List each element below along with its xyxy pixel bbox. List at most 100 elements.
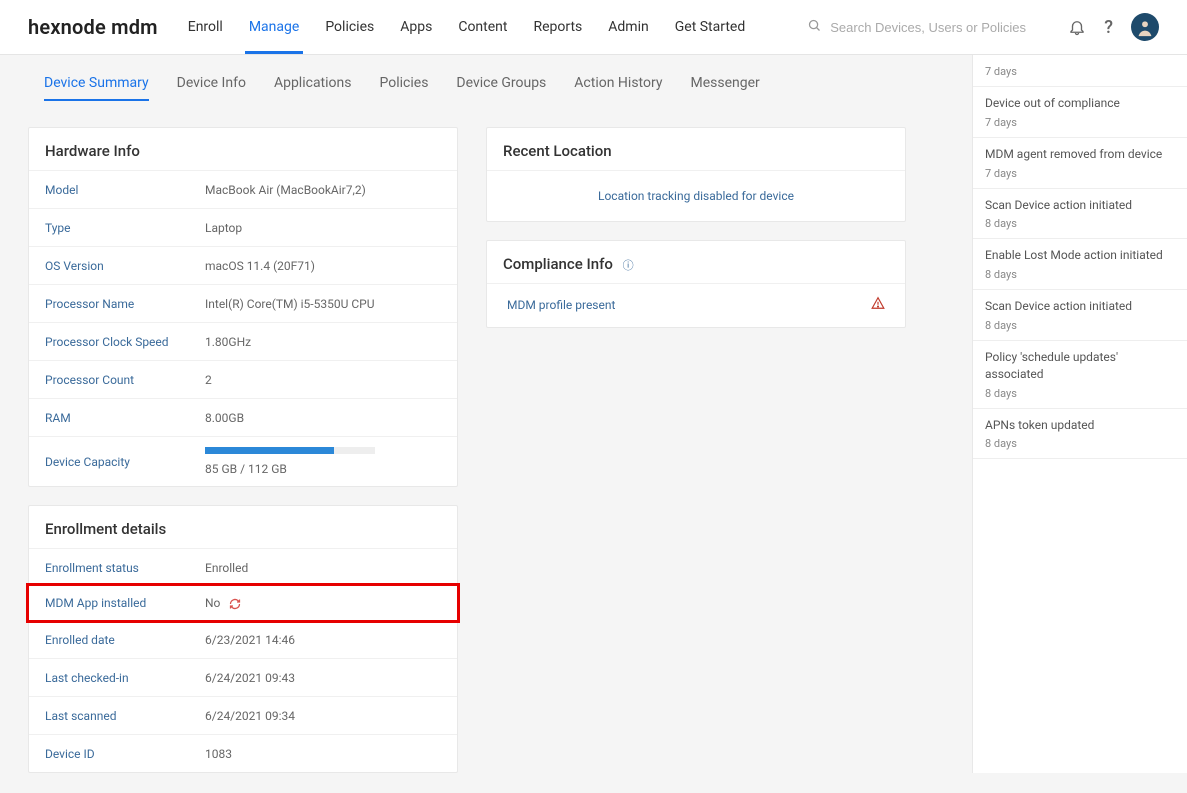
kv-key: Enrollment status: [45, 561, 205, 575]
search-icon: [807, 18, 822, 37]
nav-item-admin[interactable]: Admin: [608, 0, 648, 54]
kv-val: MacBook Air (MacBookAir7,2): [205, 183, 441, 197]
compliance-info-card: Compliance Info ⓘ MDM profile present: [486, 240, 906, 328]
kv-val: 6/24/2021 09:34: [205, 709, 441, 723]
tab-device-groups[interactable]: Device Groups: [456, 75, 546, 101]
card-title: Hardware Info: [29, 128, 457, 170]
page: Device Summary Device Info Applications Pol…: [0, 55, 1187, 793]
tab-action-history[interactable]: Action History: [574, 75, 662, 101]
content-row: Hardware Info ModelMacBook Air (MacBookA…: [24, 127, 948, 773]
tab-device-summary[interactable]: Device Summary: [44, 75, 149, 101]
kv-val: 6/24/2021 09:43: [205, 671, 441, 685]
event-time: 7 days: [985, 65, 1175, 78]
capacity-text: 85 GB / 112 GB: [205, 462, 287, 476]
search-wrap: [807, 18, 1050, 37]
nav-item-apps[interactable]: Apps: [400, 0, 432, 54]
kv-row: Last checked-in6/24/2021 09:43: [29, 658, 457, 696]
kv-key: Device ID: [45, 747, 205, 761]
search-input[interactable]: [830, 20, 1050, 35]
nav-item-enroll[interactable]: Enroll: [188, 0, 223, 54]
event-time: 8 days: [985, 437, 1175, 450]
mdm-app-installed-row: MDM App installedNo: [26, 583, 460, 623]
kv-val: 1.80GHz: [205, 335, 441, 349]
event-item[interactable]: MDM agent removed from device7 days: [973, 138, 1187, 189]
event-item[interactable]: 7 days: [973, 55, 1187, 87]
kv-key: Model: [45, 183, 205, 197]
brand-logo: hexnode mdm: [28, 15, 158, 39]
subtabs: Device Summary Device Info Applications Pol…: [24, 55, 948, 101]
kv-val: 1083: [205, 747, 441, 761]
capacity-fill: [205, 447, 334, 454]
event-time: 8 days: [985, 319, 1175, 332]
event-time: 8 days: [985, 387, 1175, 400]
kv-key: Last checked-in: [45, 671, 205, 685]
kv-val: 6/23/2021 14:46: [205, 633, 441, 647]
kv-val: No: [205, 596, 441, 610]
top-nav: hexnode mdm Enroll Manage Policies Apps Cont…: [0, 0, 1187, 55]
nav-right: ?: [807, 13, 1159, 41]
compliance-title-text: Compliance Info: [503, 255, 613, 273]
nav-item-get-started[interactable]: Get Started: [675, 0, 746, 54]
kv-val: 2: [205, 373, 441, 387]
event-item[interactable]: Scan Device action initiated 8 days: [973, 290, 1187, 341]
hardware-info-card: Hardware Info ModelMacBook Air (MacBookA…: [28, 127, 458, 487]
right-column: Recent Location Location tracking disabl…: [486, 127, 906, 773]
event-item[interactable]: Device out of compliance 7 days: [973, 87, 1187, 138]
kv-key: Processor Count: [45, 373, 205, 387]
event-title: Scan Device action initiated: [985, 298, 1175, 315]
kv-val: Intel(R) Core(TM) i5-5350U CPU: [205, 297, 441, 311]
warning-icon: [871, 296, 885, 313]
nav-items: Enroll Manage Policies Apps Content Reports Ad…: [188, 0, 746, 54]
kv-key: Device Capacity: [45, 455, 205, 469]
kv-row: Enrolled date6/23/2021 14:46: [29, 620, 457, 658]
avatar[interactable]: [1131, 13, 1159, 41]
kv-key: Processor Name: [45, 297, 205, 311]
kv-row: ModelMacBook Air (MacBookAir7,2): [29, 170, 457, 208]
kv-val: Laptop: [205, 221, 441, 235]
tab-device-info[interactable]: Device Info: [177, 75, 246, 101]
compliance-row: MDM profile present: [487, 283, 905, 327]
event-title: Device out of compliance: [985, 95, 1175, 112]
kv-key: RAM: [45, 411, 205, 425]
refresh-icon[interactable]: [229, 598, 241, 610]
kv-row: Processor Clock Speed1.80GHz: [29, 322, 457, 360]
kv-row: OS VersionmacOS 11.4 (20F71): [29, 246, 457, 284]
event-time: 8 days: [985, 268, 1175, 281]
bell-icon[interactable]: [1068, 18, 1086, 36]
kv-row: TypeLaptop: [29, 208, 457, 246]
compliance-label: MDM profile present: [507, 298, 615, 312]
tab-applications[interactable]: Applications: [274, 75, 352, 101]
kv-key: Type: [45, 221, 205, 235]
event-title: Policy 'schedule updates' associated: [985, 349, 1175, 383]
events-sidebar: 7 days Device out of compliance 7 days MDM …: [972, 55, 1187, 773]
event-time: 8 days: [985, 217, 1175, 230]
nav-item-reports[interactable]: Reports: [533, 0, 582, 54]
kv-key: OS Version: [45, 259, 205, 273]
kv-key: Last scanned: [45, 709, 205, 723]
location-disabled-msg: Location tracking disabled for device: [487, 170, 905, 221]
event-item[interactable]: Enable Lost Mode action initiated8 days: [973, 239, 1187, 290]
help-icon[interactable]: ?: [1104, 17, 1113, 38]
kv-val: macOS 11.4 (20F71): [205, 259, 441, 273]
kv-val: Enrolled: [205, 561, 441, 575]
nav-item-content[interactable]: Content: [458, 0, 507, 54]
kv-row: Last scanned6/24/2021 09:34: [29, 696, 457, 734]
event-item[interactable]: APNs token updated8 days: [973, 409, 1187, 460]
info-icon[interactable]: ⓘ: [623, 259, 634, 272]
event-item[interactable]: Scan Device action initiated 8 days: [973, 189, 1187, 240]
nav-item-policies[interactable]: Policies: [325, 0, 374, 54]
kv-row: RAM8.00GB: [29, 398, 457, 436]
event-time: 7 days: [985, 116, 1175, 129]
tab-messenger[interactable]: Messenger: [690, 75, 759, 101]
nav-item-manage[interactable]: Manage: [249, 0, 299, 54]
event-title: Scan Device action initiated: [985, 197, 1175, 214]
event-item[interactable]: Policy 'schedule updates' associated 8 da…: [973, 341, 1187, 409]
kv-row: Processor NameIntel(R) Core(TM) i5-5350U…: [29, 284, 457, 322]
kv-row: Enrollment statusEnrolled: [29, 548, 457, 586]
kv-row: Device ID1083: [29, 734, 457, 772]
card-title: Enrollment details: [29, 506, 457, 548]
kv-val: 85 GB / 112 GB: [205, 447, 441, 476]
kv-val: 8.00GB: [205, 411, 441, 425]
card-title: Compliance Info ⓘ: [487, 241, 905, 283]
tab-policies[interactable]: Policies: [380, 75, 429, 101]
